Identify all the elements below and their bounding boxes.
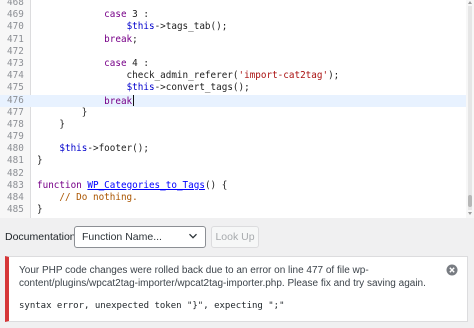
documentation-label: Documentation:: [5, 231, 79, 243]
code-line[interactable]: 483 function WP_Categories_to_Tags() {: [0, 180, 466, 192]
code-line[interactable]: 468: [0, 0, 466, 9]
code-line[interactable]: 478 }: [0, 119, 466, 131]
code-text: $this->convert_tags();: [37, 82, 250, 94]
editor-scrollbar[interactable]: [466, 0, 474, 218]
code-line[interactable]: 475 $this->convert_tags();: [0, 82, 466, 94]
line-number: 468: [7, 0, 24, 8]
line-number: 482: [7, 167, 24, 179]
code-line[interactable]: 484 // Do nothing.: [0, 192, 466, 204]
line-number: 476: [7, 94, 24, 106]
line-number: 481: [7, 155, 24, 167]
code-token: }: [37, 155, 43, 167]
code-text: }: [37, 155, 43, 167]
code-token: }: [37, 204, 43, 216]
code-token: check_admin_referer(: [37, 70, 239, 82]
code-line[interactable]: 481}: [0, 155, 466, 167]
code-token: // Do nothing.: [59, 192, 138, 203]
chevron-down-icon: [189, 233, 197, 239]
look-up-button[interactable]: Look Up: [211, 226, 259, 248]
documentation-bar: Documentation: Function Name... Look Up: [0, 224, 474, 250]
line-number: 472: [7, 45, 24, 57]
code-line[interactable]: 474 check_admin_referer('import-cat2tag'…: [0, 70, 466, 82]
code-token: $this: [126, 21, 155, 33]
dismiss-icon[interactable]: [446, 264, 458, 276]
line-number: 484: [7, 192, 24, 203]
code-line[interactable]: 469 case 3 :: [0, 9, 466, 21]
line-number: 475: [7, 82, 24, 94]
line-number: 474: [7, 70, 24, 82]
code-token: $this: [59, 143, 88, 155]
code-token: $this: [126, 82, 155, 94]
error-message: Your PHP code changes were rolled back d…: [19, 265, 426, 289]
code-line[interactable]: 471 break;: [0, 34, 466, 46]
code-text: // Do nothing.: [37, 192, 138, 204]
code-token: ->convert_tags();: [154, 82, 250, 94]
scroll-up-icon[interactable]: [468, 1, 472, 4]
code-text: $this->footer();: [37, 143, 149, 155]
code-text: check_admin_referer('import-cat2tag');: [37, 70, 340, 82]
error-detail: syntax error, unexpected token "}", expe…: [19, 301, 285, 311]
code-token: }: [37, 118, 65, 130]
function-name-select[interactable]: Function Name...: [74, 226, 206, 248]
line-number: 473: [7, 57, 24, 69]
code-token: case: [104, 57, 127, 69]
scroll-down-icon[interactable]: [468, 212, 472, 215]
code-token: ->footer();: [87, 143, 149, 155]
code-token: function: [37, 179, 82, 191]
line-number: 479: [7, 131, 24, 143]
code-token: );: [328, 70, 340, 82]
line-number: 477: [7, 106, 24, 118]
line-number: 483: [7, 179, 24, 191]
code-token: 'import-cat2tag': [238, 70, 329, 82]
line-number: 485: [7, 204, 24, 216]
code-text: case 4 :: [37, 58, 149, 70]
scrollbar-thumb[interactable]: [468, 195, 472, 207]
code-token: break: [104, 33, 133, 45]
code-text: break;: [37, 34, 138, 46]
code-text: }: [37, 204, 43, 216]
scrollbar-track[interactable]: [468, 6, 472, 210]
code-token: () {: [204, 179, 228, 191]
code-text: }: [37, 119, 65, 131]
code-line[interactable]: 470 $this->tags_tab();: [0, 21, 466, 33]
code-token: 4 :: [126, 57, 149, 69]
code-line[interactable]: 485}: [0, 204, 466, 216]
error-notice: Your PHP code changes were rolled back d…: [5, 256, 468, 322]
code-line[interactable]: 473 case 4 :: [0, 58, 466, 70]
line-number: 478: [7, 118, 24, 130]
code-line[interactable]: 480 $this->footer();: [0, 143, 466, 155]
code-line[interactable]: 476 break: [0, 94, 466, 107]
line-number: 471: [7, 33, 24, 45]
code-token: 3 :: [126, 9, 149, 21]
code-token: break: [104, 95, 133, 107]
code-text: }: [37, 106, 88, 119]
code-line[interactable]: 482: [0, 168, 466, 180]
code-token: ;: [132, 33, 138, 45]
code-token: }: [37, 106, 88, 118]
function-name-select-value: Function Name...: [82, 231, 162, 243]
code-text: function WP_Categories_to_Tags() {: [37, 180, 227, 192]
line-number: 480: [7, 143, 24, 155]
code-text: $this->tags_tab();: [37, 21, 228, 33]
line-number: 469: [7, 9, 24, 21]
code-token: ->tags_tab();: [154, 21, 228, 33]
code-line[interactable]: 472: [0, 46, 466, 58]
code-text: case 3 :: [37, 9, 149, 21]
code-lines[interactable]: 468 469 case 3 :470 $this->tags_tab(); 471…: [0, 0, 466, 216]
code-line[interactable]: 479: [0, 131, 466, 143]
code-editor[interactable]: 468 469 case 3 :470 $this->tags_tab(); 471…: [0, 0, 474, 218]
code-token: case: [104, 9, 127, 21]
text-cursor: [133, 94, 135, 106]
code-line[interactable]: 477 }: [0, 107, 466, 119]
line-number: 470: [7, 21, 24, 33]
code-token: WP_Categories_to_Tags: [87, 179, 205, 191]
